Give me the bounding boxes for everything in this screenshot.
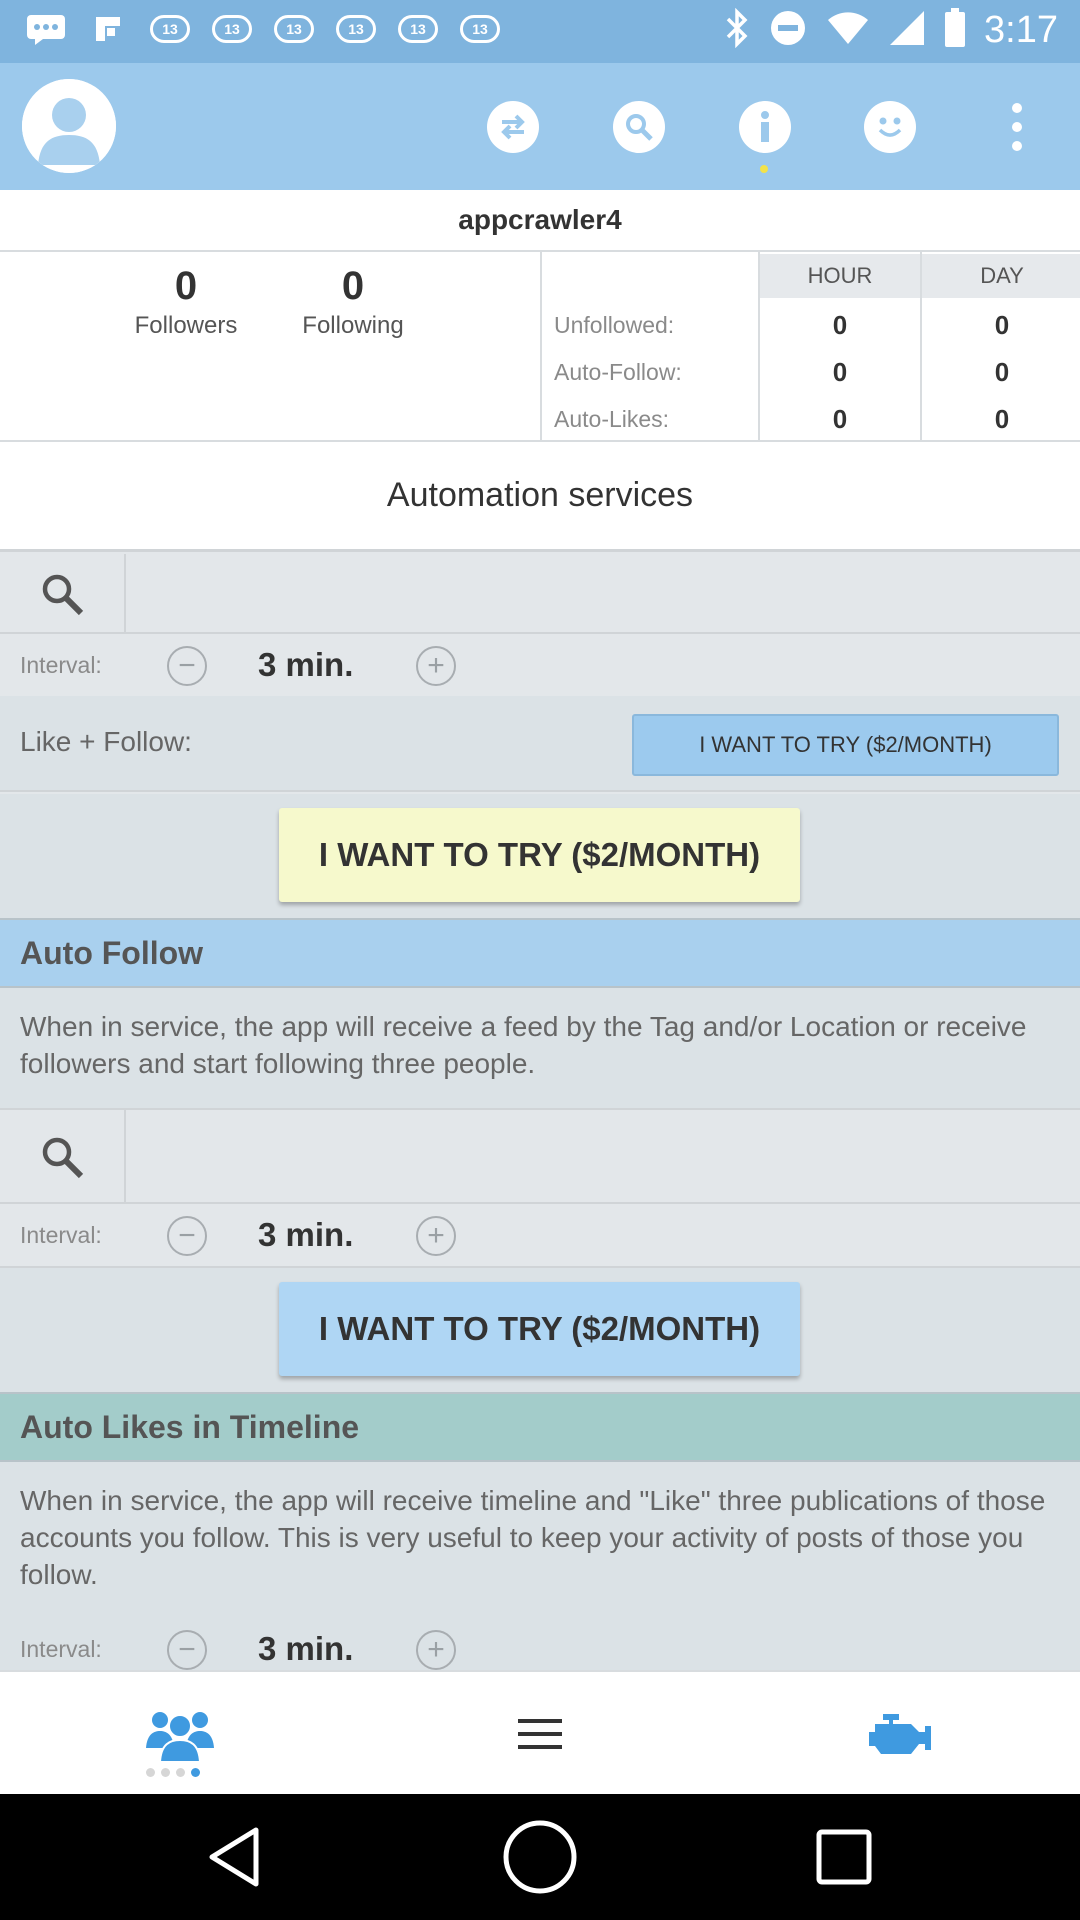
increase-interval-button[interactable]: + — [416, 646, 456, 686]
row-label-unfollowed: Unfollowed: — [554, 312, 675, 338]
decrease-interval-button[interactable]: − — [167, 1630, 207, 1670]
stats-panel: 0 Followers 0 Following HOUR DAY Unfollo… — [0, 252, 1080, 442]
abc13-icon: 13 — [456, 12, 504, 46]
abc13-icon: 13 — [146, 12, 194, 46]
home-icon[interactable] — [500, 1817, 580, 1897]
following-label: Following — [302, 312, 404, 339]
increase-interval-button[interactable]: + — [416, 1216, 456, 1256]
badge-text: 13 — [398, 15, 438, 43]
stats-table: HOUR DAY Unfollowed: 0 0 Auto-Follow: 0 … — [540, 252, 1080, 442]
abc13-icon: 13 — [332, 12, 380, 46]
row-label-auto-likes: Auto-Likes: — [554, 406, 670, 432]
auto-follow-interval-row: Interval: − 3 min. + — [0, 1204, 1080, 1268]
more-vert-icon[interactable] — [1000, 103, 1034, 151]
auto-likes-day: 0 — [994, 404, 1010, 434]
auto-likes-header: Auto Likes in Timeline — [0, 1392, 1080, 1462]
automation-try-button[interactable]: I WANT TO TRY ($2/MONTH) — [279, 808, 800, 902]
badge-text: 13 — [274, 15, 314, 43]
active-tab-indicator — [760, 165, 768, 173]
status-bar: 13 13 13 13 13 13 3:17 — [0, 0, 1080, 63]
automation-interval-row: Interval: − 3 min. + — [0, 634, 1080, 698]
badge-text: 13 — [460, 15, 500, 43]
auto-follow-hour: 0 — [832, 357, 848, 387]
people-icon[interactable] — [120, 1672, 240, 1796]
auto-follow-try-area: I WANT TO TRY ($2/MONTH) — [0, 1268, 1080, 1392]
followers-count: 0 — [174, 264, 198, 308]
bluetooth-icon — [724, 7, 750, 53]
page-indicator — [146, 1768, 200, 1777]
system-navigation-bar — [0, 1794, 1080, 1920]
interval-label: Interval: — [20, 1636, 102, 1662]
auto-likes-interval-row: Interval: − 3 min. + — [0, 1618, 1080, 1670]
recents-icon[interactable] — [804, 1817, 884, 1897]
followers-counter[interactable]: 0 Followers — [106, 262, 266, 340]
interval-label: Interval: — [20, 1222, 102, 1248]
following-counter[interactable]: 0 Following — [273, 262, 433, 340]
flipboard-icon — [84, 12, 132, 46]
auto-follow-day: 0 — [994, 357, 1010, 387]
automation-search-row — [0, 554, 1080, 634]
wifi-icon — [826, 10, 870, 51]
app-bar — [0, 63, 1080, 190]
abc13-icon: 13 — [270, 12, 318, 46]
increase-interval-button[interactable]: + — [416, 1630, 456, 1670]
auto-follow-search-input[interactable] — [128, 1110, 1080, 1204]
auto-follow-search-row — [0, 1110, 1080, 1204]
automation-try-area: I WANT TO TRY ($2/MONTH) — [0, 794, 1080, 918]
column-header-hour: HOUR — [760, 254, 920, 298]
do-not-disturb-icon — [768, 8, 808, 53]
search-icon[interactable] — [0, 1110, 126, 1204]
switch-icon[interactable] — [487, 101, 539, 153]
unfollowed-day: 0 — [994, 310, 1010, 340]
badge-text: 13 — [150, 15, 190, 43]
auto-follow-description: When in service, the app will receive a … — [0, 988, 1080, 1110]
interval-value: 3 min. — [258, 646, 354, 683]
followers-label: Followers — [134, 312, 238, 339]
auto-follow-try-button[interactable]: I WANT TO TRY ($2/MONTH) — [279, 1282, 800, 1376]
search-icon[interactable] — [613, 101, 665, 153]
badge-text: 13 — [336, 15, 376, 43]
smiley-icon[interactable] — [864, 101, 916, 153]
unfollowed-hour: 0 — [832, 310, 848, 340]
decrease-interval-button[interactable]: − — [167, 646, 207, 686]
clock: 3:17 — [984, 9, 1058, 51]
interval-value: 3 min. — [258, 1216, 354, 1253]
row-label-auto-follow: Auto-Follow: — [554, 359, 682, 385]
abc13-icon: 13 — [208, 12, 256, 46]
following-count: 0 — [341, 264, 365, 308]
like-follow-try-button[interactable]: I WANT TO TRY ($2/MONTH) — [632, 714, 1059, 776]
abc13-icon: 13 — [394, 12, 442, 46]
auto-follow-header: Auto Follow — [0, 918, 1080, 988]
back-icon[interactable] — [196, 1817, 276, 1897]
signal-icon — [888, 9, 926, 52]
interval-value: 3 min. — [258, 1630, 354, 1667]
badge-text: 13 — [212, 15, 252, 43]
auto-likes-hour: 0 — [832, 404, 848, 434]
menu-icon[interactable] — [480, 1672, 600, 1796]
interval-label: Interval: — [20, 652, 102, 678]
message-icon — [22, 12, 70, 46]
username-header: appcrawler4 — [0, 190, 1080, 252]
like-follow-row: Like + Follow: I WANT TO TRY ($2/MONTH) — [0, 696, 1080, 792]
automation-services-title: Automation services — [0, 442, 1080, 552]
engine-icon[interactable] — [840, 1672, 960, 1796]
auto-likes-description-text: When in service, the app will receive ti… — [20, 1485, 1046, 1590]
avatar-icon[interactable] — [22, 79, 116, 173]
info-icon[interactable] — [739, 101, 791, 153]
like-follow-label: Like + Follow: — [20, 726, 192, 757]
battery-icon — [944, 8, 966, 53]
automation-search-input[interactable] — [128, 554, 1080, 634]
column-header-day: DAY — [922, 254, 1080, 298]
decrease-interval-button[interactable]: − — [167, 1216, 207, 1256]
search-icon[interactable] — [0, 554, 126, 634]
